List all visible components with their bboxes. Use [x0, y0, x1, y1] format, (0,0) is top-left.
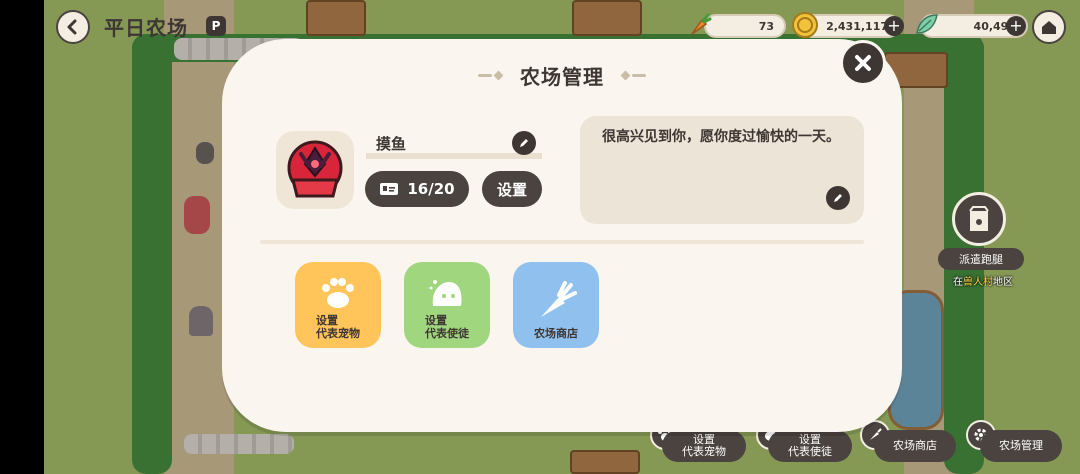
edit-name-button[interactable] [512, 131, 536, 155]
pencil-icon [834, 194, 842, 202]
close-icon [855, 55, 871, 71]
carrot-counter: 73 [704, 14, 786, 38]
modal-header: 农场管理 [222, 61, 902, 90]
title-badge[interactable]: P [206, 16, 226, 36]
greeting-text: 很高兴见到你，愿你度过愉快的一天。 [602, 129, 840, 145]
gold-coin-icon [790, 10, 820, 40]
paw-icon [322, 278, 354, 308]
close-button[interactable] [840, 40, 886, 86]
set-envoy-button[interactable]: 设置 代表使徒 [404, 262, 490, 348]
add-gold-button[interactable]: + [884, 16, 904, 36]
back-button[interactable] [56, 10, 90, 44]
dispatch-button[interactable] [952, 192, 1006, 246]
chevron-left-icon [67, 19, 77, 35]
add-leaf-button[interactable]: + [1006, 16, 1026, 36]
farm-title: 平日农场 [104, 16, 188, 40]
bottom-set-pet-button[interactable]: 设置 代表宠物 [662, 430, 746, 462]
capacity-value: 16/20 [407, 180, 455, 198]
bottom-set-envoy-button[interactable]: 设置 代表使徒 [768, 430, 852, 462]
farm-management-modal: 农场管理 [222, 39, 902, 432]
paper-bag-icon [969, 206, 989, 231]
title-decoration-left [478, 70, 504, 81]
carrot-icon [684, 10, 714, 40]
capacity-pill: 16/20 [365, 171, 469, 207]
emblem-icon [287, 140, 343, 198]
bottom-farm-manage-button[interactable]: 农场管理 [980, 430, 1062, 462]
greeting-box[interactable]: 很高兴见到你，愿你度过愉快的一天。 [580, 116, 864, 224]
title-decoration-right [620, 70, 646, 81]
farm-name: 摸鱼 [376, 135, 407, 153]
settings-button[interactable]: 设置 [482, 171, 542, 207]
radish-icon [541, 281, 577, 317]
edit-greeting-button[interactable] [826, 186, 850, 210]
dispatch-location: 在兽人村地区 [953, 277, 1013, 288]
home-icon [1042, 21, 1056, 34]
modal-title: 农场管理 [520, 65, 604, 89]
section-divider [260, 240, 864, 244]
slime-icon [429, 280, 462, 306]
id-card-icon [380, 183, 399, 195]
set-pet-button[interactable]: 设置 代表宠物 [295, 262, 381, 348]
farm-emblem-avatar[interactable] [276, 131, 354, 209]
home-button[interactable] [1032, 10, 1066, 44]
bottom-farm-shop-button[interactable]: 农场商店 [874, 430, 956, 462]
pencil-icon [520, 139, 528, 147]
leaf-icon [912, 10, 942, 40]
farm-shop-button[interactable]: 农场商店 [513, 262, 599, 348]
dispatch-label[interactable]: 派遣跑腿 [938, 248, 1024, 270]
